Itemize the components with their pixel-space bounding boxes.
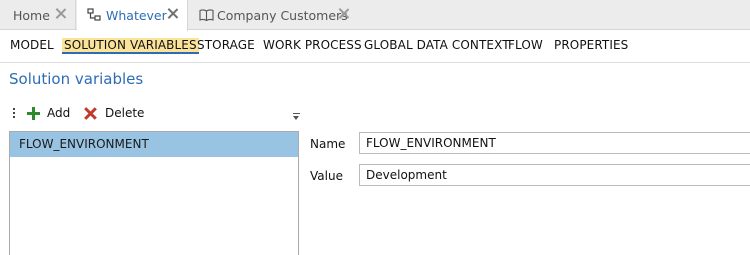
delete-button[interactable]: Delete [84,106,144,120]
nav-global-data-context[interactable]: GLOBAL DATA CONTEXT [364,38,510,52]
value-field[interactable] [359,164,750,186]
nav-work-process[interactable]: WORK PROCESS [263,38,362,52]
nav-model[interactable]: MODEL [10,38,54,52]
tab-home-label: Home [13,7,50,23]
page-title: Solution variables [9,70,144,88]
document-tab-strip: Home Whatever Company Customers [0,0,750,31]
book-icon [199,9,214,24]
tab-whatever[interactable]: Whatever [77,0,188,31]
toolbar-overflow-icon[interactable] [293,113,300,120]
name-label: Name [310,137,346,151]
delete-button-label: Delete [105,106,145,120]
tab-home[interactable]: Home [0,0,76,30]
plus-icon [27,106,40,120]
name-field[interactable] [359,132,750,154]
nav-storage[interactable]: STORAGE [197,38,255,52]
tab-company-customers[interactable]: Company Customers [188,0,362,30]
tab-whatever-label: Whatever [106,8,167,23]
nav-solution-variables[interactable]: SOLUTION VARIABLES [62,38,199,54]
tab-company-customers-label: Company Customers [217,7,348,23]
close-icon[interactable] [167,8,178,19]
close-icon[interactable] [338,8,349,19]
diagram-icon [87,8,101,25]
add-button[interactable]: Add [27,106,70,120]
variables-list[interactable]: FLOW_ENVIRONMENT [9,131,299,255]
nav-properties[interactable]: PROPERTIES [554,38,628,52]
add-button-label: Add [47,106,71,120]
value-label: Value [310,169,343,183]
nav-flow[interactable]: FLOW [508,38,543,52]
close-icon[interactable] [55,8,66,19]
variables-toolbar: Add Delete [0,103,310,127]
toolbar-grip-icon[interactable] [13,108,16,120]
delete-x-icon [84,107,97,120]
list-item[interactable]: FLOW_ENVIRONMENT [10,132,298,157]
section-navigation: MODEL SOLUTION VARIABLES STORAGE WORK PR… [0,31,750,63]
